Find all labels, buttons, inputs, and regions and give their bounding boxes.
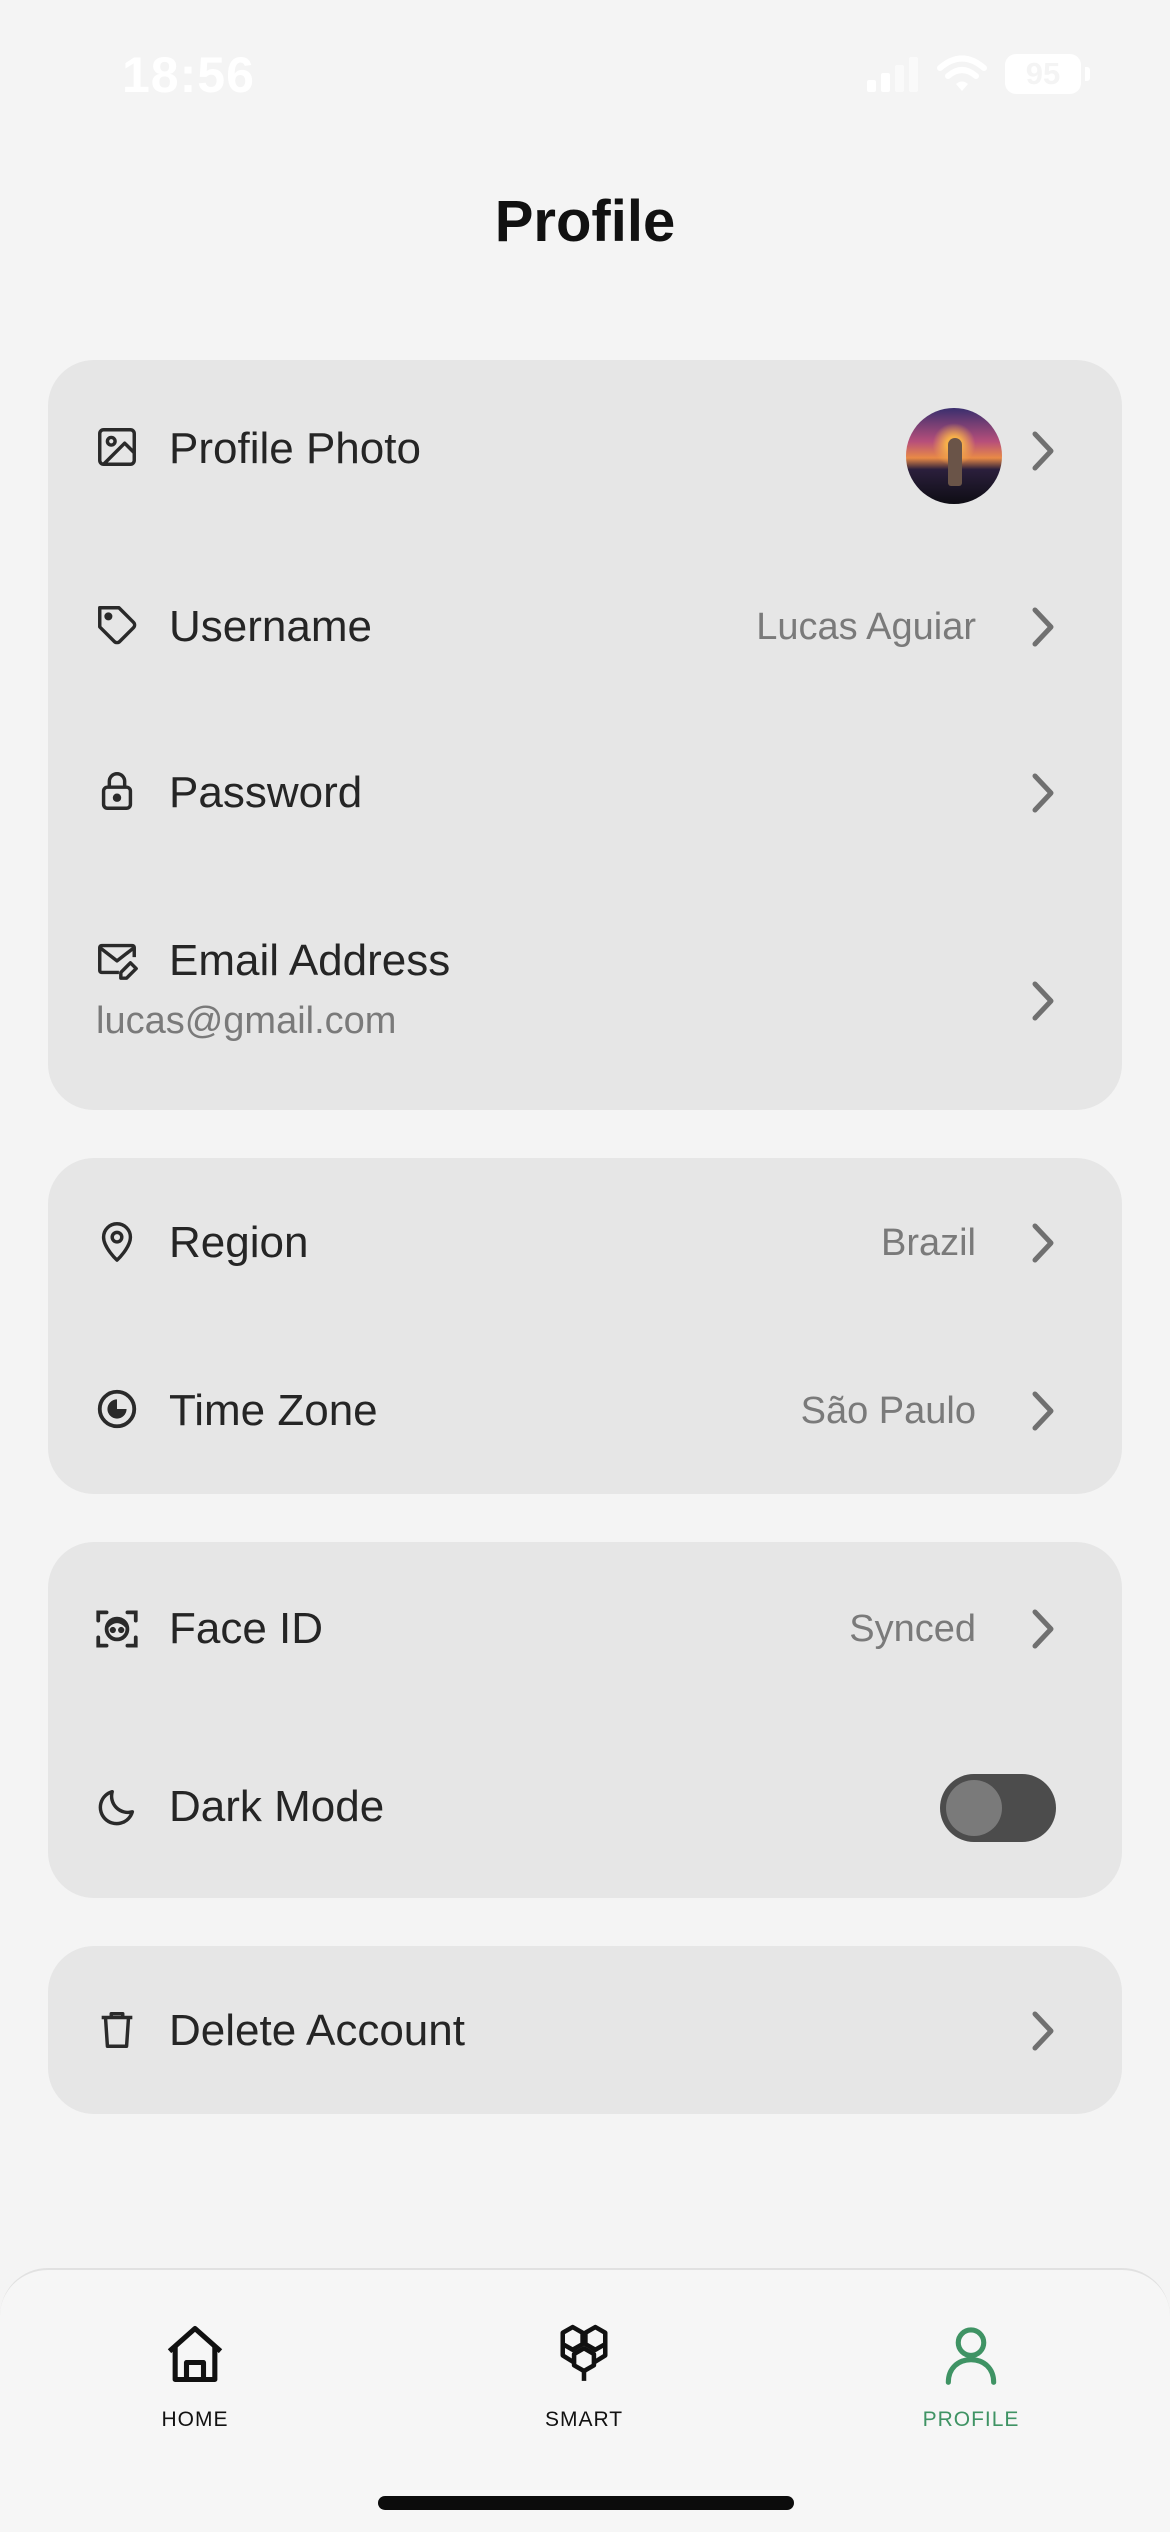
tab-profile[interactable]: PROFILE	[861, 2320, 1081, 2440]
home-icon	[167, 2325, 223, 2383]
face-id-icon	[96, 1610, 138, 1648]
wifi-icon	[937, 55, 987, 91]
username-row[interactable]: Username Lucas Aguiar	[48, 540, 1122, 710]
location-card: Region Brazil Time Zone São Paulo	[48, 1158, 1122, 1494]
smart-hexagons-icon	[560, 2324, 608, 2381]
face-id-row[interactable]: Face ID Synced	[48, 1542, 1122, 1712]
tab-home[interactable]: HOME	[85, 2320, 305, 2440]
time-zone-value: São Paulo	[800, 1390, 976, 1432]
mail-edit-icon	[98, 943, 138, 980]
face-id-value: Synced	[849, 1608, 976, 1650]
delete-account-row[interactable]: Delete Account	[48, 1946, 1122, 2114]
status-bar: 18:56 95	[0, 0, 1170, 150]
region-row[interactable]: Region Brazil	[48, 1158, 1122, 1328]
dark-mode-row: Dark Mode	[48, 1712, 1122, 1898]
time-zone-row[interactable]: Time Zone São Paulo	[48, 1328, 1122, 1494]
lock-icon	[101, 772, 133, 810]
delete-account-card: Delete Account	[48, 1946, 1122, 2114]
chevron-right-icon	[1032, 981, 1054, 1021]
chevron-right-icon	[1032, 2011, 1054, 2051]
trash-icon	[101, 2011, 133, 2048]
account-card: Profile Photo Username Lucas Aguiar Pass…	[48, 360, 1122, 1110]
time-zone-label: Time Zone	[169, 1386, 378, 1435]
home-indicator	[378, 2496, 794, 2510]
chevron-right-icon	[1032, 1391, 1054, 1431]
email-value: lucas@gmail.com	[96, 1000, 397, 1042]
chevron-right-icon	[1032, 1223, 1054, 1263]
status-icons: 95	[867, 54, 1090, 94]
page-title: Profile	[494, 189, 676, 254]
avatar-figure	[948, 438, 962, 486]
chevron-right-icon	[1032, 773, 1054, 813]
time-zone-icon	[97, 1389, 137, 1429]
tab-home-label: HOME	[161, 2408, 229, 2431]
avatar[interactable]	[906, 408, 1002, 504]
email-row[interactable]: Email Address lucas@gmail.com	[48, 880, 1122, 1110]
chevron-right-icon	[1032, 1609, 1054, 1649]
chevron-right-icon	[1032, 431, 1054, 471]
status-time: 18:56	[122, 47, 255, 103]
battery-tip	[1085, 67, 1090, 81]
tab-smart[interactable]: SMART	[474, 2320, 694, 2440]
email-label: Email Address	[169, 936, 451, 985]
region-value: Brazil	[880, 1222, 976, 1264]
moon-icon	[98, 1789, 135, 1826]
security-card: Face ID Synced Dark Mode	[48, 1542, 1122, 1898]
profile-photo-label: Profile Photo	[169, 424, 421, 473]
signal-icon	[867, 57, 918, 92]
password-label: Password	[169, 768, 363, 817]
username-label: Username	[169, 602, 372, 651]
password-row[interactable]: Password	[48, 710, 1122, 880]
profile-photo-row[interactable]: Profile Photo	[48, 360, 1122, 540]
tag-icon	[98, 606, 137, 645]
chevron-right-icon	[1032, 607, 1054, 647]
face-id-label: Face ID	[169, 1604, 324, 1653]
username-value: Lucas Aguiar	[756, 606, 976, 648]
battery-icon: 95	[1005, 54, 1081, 94]
tab-smart-label: SMART	[544, 2408, 624, 2431]
profile-icon	[945, 2327, 997, 2385]
dark-mode-toggle[interactable]	[940, 1774, 1056, 1842]
image-icon	[98, 428, 136, 466]
toggle-knob	[946, 1780, 1002, 1836]
location-pin-icon	[101, 1222, 133, 1262]
dark-mode-label: Dark Mode	[169, 1782, 385, 1831]
tab-profile-label: PROFILE	[922, 2408, 1020, 2431]
delete-account-label: Delete Account	[169, 2006, 465, 2055]
battery-level: 95	[1025, 56, 1061, 91]
tab-bar: HOME SMART PROFILE	[0, 2268, 1170, 2532]
region-label: Region	[169, 1218, 309, 1267]
